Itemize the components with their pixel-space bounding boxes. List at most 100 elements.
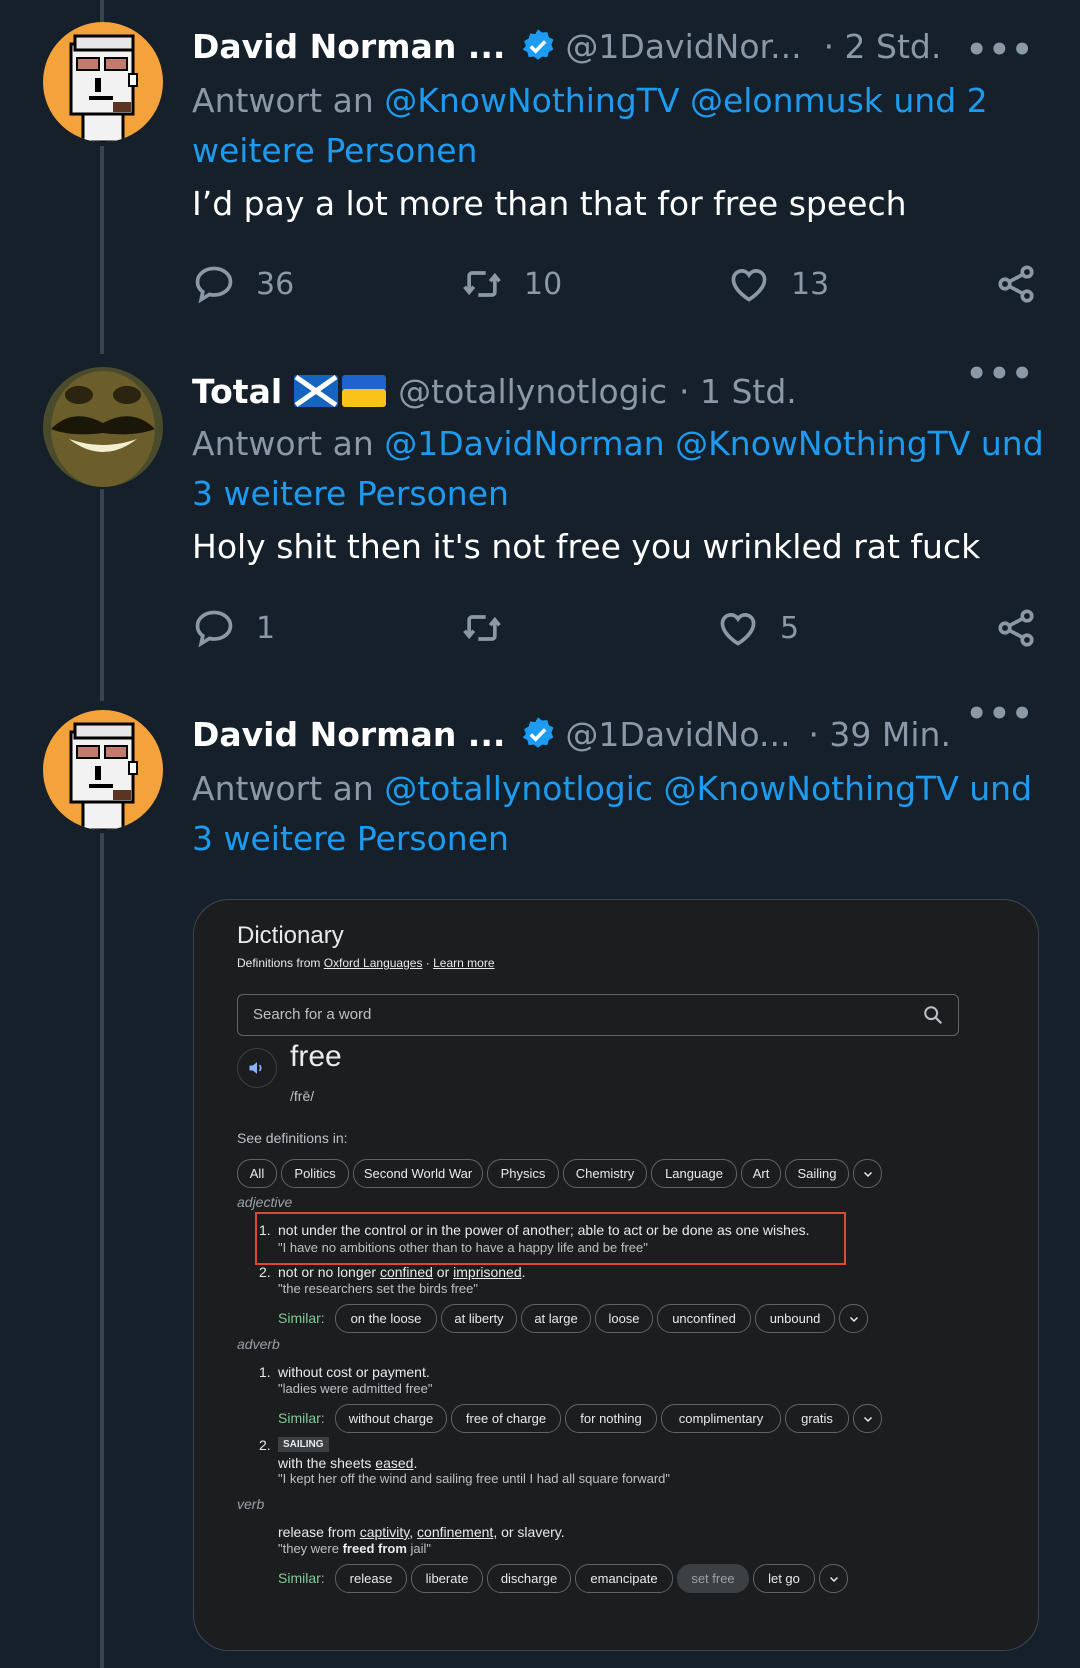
- more-icon[interactable]: •••: [966, 354, 1034, 394]
- share-icon: [998, 265, 1034, 303]
- like-icon: [720, 613, 756, 646]
- verified-badge-icon: [523, 29, 554, 60]
- category-chip[interactable]: Physics: [487, 1159, 559, 1188]
- def-text: .: [521, 1264, 526, 1280]
- source-sep: ·: [422, 956, 434, 970]
- learn-more-link[interactable]: Learn more: [433, 956, 494, 970]
- like-button[interactable]: 5: [716, 606, 799, 650]
- similar-chip[interactable]: free of charge: [451, 1404, 561, 1433]
- highlight-box: [255, 1212, 846, 1265]
- dictionary-title: Dictionary: [237, 922, 344, 949]
- def-text: ,: [409, 1524, 418, 1540]
- similar-chip[interactable]: unconfined: [657, 1304, 751, 1333]
- chevron-down-icon[interactable]: [853, 1159, 882, 1188]
- chevron-down-icon[interactable]: [839, 1304, 868, 1333]
- pos-adjective: adjective: [237, 1194, 293, 1210]
- share-button[interactable]: [994, 262, 1058, 306]
- chevron-glyph: [829, 1576, 838, 1582]
- similar-chip[interactable]: unbound: [755, 1304, 835, 1333]
- category-chip[interactable]: Art: [741, 1159, 781, 1188]
- tweet-header: David Norman ... @1DavidNo... · 39 Min.: [192, 710, 1080, 758]
- reply-button[interactable]: 1: [192, 606, 275, 650]
- def-link[interactable]: imprisoned: [453, 1264, 521, 1280]
- similar-chip[interactable]: for nothing: [565, 1404, 657, 1433]
- display-name[interactable]: David Norman ...: [192, 715, 505, 754]
- share-button[interactable]: [994, 606, 1058, 650]
- def-link[interactable]: confinement: [417, 1524, 493, 1540]
- handle[interactable]: @totallynotlogic: [398, 372, 667, 411]
- chevron-glyph: [863, 1416, 872, 1422]
- retweet-button[interactable]: 10: [460, 262, 562, 306]
- search-icon[interactable]: [922, 1004, 944, 1026]
- tweet-header: David Norman ... @1DavidNor... · 2 Std.: [192, 22, 1080, 70]
- timestamp[interactable]: · 39 Min.: [808, 715, 951, 754]
- def-link[interactable]: captivity: [360, 1524, 410, 1540]
- similar-chip[interactable]: without charge: [335, 1404, 447, 1433]
- similar-chip[interactable]: let go: [753, 1564, 815, 1593]
- more-icon[interactable]: •••: [966, 694, 1034, 734]
- reply-button[interactable]: 36: [192, 262, 294, 306]
- sense-example: "they were freed from jail": [278, 1541, 431, 1556]
- avatar[interactable]: [43, 367, 163, 487]
- display-name[interactable]: Total: [192, 372, 282, 411]
- retweet-button[interactable]: [460, 606, 524, 650]
- def-link[interactable]: eased: [375, 1455, 413, 1471]
- sense-example: "the researchers set the birds free": [278, 1281, 478, 1296]
- pronounce-button[interactable]: [237, 1048, 277, 1088]
- handle[interactable]: @1DavidNor...: [565, 27, 801, 66]
- chevron-down-icon[interactable]: [853, 1404, 882, 1433]
- similar-chip[interactable]: complimentary: [661, 1404, 781, 1433]
- avatar-punk-image: [43, 22, 163, 142]
- category-chip[interactable]: All: [237, 1159, 277, 1188]
- similar-chip[interactable]: gratis: [785, 1404, 849, 1433]
- tweet-1[interactable]: David Norman ... @1DavidNor... · 2 Std. …: [0, 0, 1080, 340]
- pos-adverb: adverb: [237, 1336, 280, 1352]
- category-chip[interactable]: Politics: [281, 1159, 349, 1188]
- speaker-icon: [249, 1062, 262, 1074]
- see-definitions-label: See definitions in:: [237, 1130, 348, 1146]
- tweet-text: I’d pay a lot more than that for free sp…: [192, 184, 907, 223]
- category-chip[interactable]: Second World War: [353, 1159, 483, 1188]
- handle[interactable]: @1DavidNo...: [565, 715, 790, 754]
- source-link[interactable]: Oxford Languages: [324, 956, 423, 970]
- tweet-2[interactable]: Total @totallynotlogic · 1 Std. ••• Antw…: [0, 340, 1080, 680]
- sense-number: 1.: [259, 1364, 271, 1380]
- dictionary-source: Definitions from Oxford Languages · Lear…: [237, 956, 495, 970]
- display-name[interactable]: David Norman ...: [192, 27, 505, 66]
- similar-chip[interactable]: release: [335, 1564, 407, 1593]
- timestamp[interactable]: · 2 Std.: [824, 27, 942, 66]
- scotland-flag-icon: [294, 375, 339, 407]
- def-link[interactable]: confined: [380, 1264, 433, 1280]
- source-prefix: Definitions from: [237, 956, 324, 970]
- similar-chip[interactable]: discharge: [487, 1564, 571, 1593]
- like-icon: [731, 269, 767, 302]
- like-button[interactable]: 13: [727, 262, 829, 306]
- similar-chip[interactable]: emancipate: [575, 1564, 673, 1593]
- verified-badge-icon: [523, 717, 554, 748]
- avatar[interactable]: [43, 22, 163, 142]
- share-icon: [998, 609, 1034, 647]
- category-chip[interactable]: Language: [651, 1159, 737, 1188]
- tweet-text: Holy shit then it's not free you wrinkle…: [192, 527, 981, 566]
- sense-number: 1.: [259, 1222, 271, 1238]
- sense-example: "ladies were admitted free": [278, 1381, 433, 1396]
- timestamp[interactable]: · 1 Std.: [679, 372, 797, 411]
- reply-count: 36: [256, 266, 295, 302]
- similar-chip-selected[interactable]: set free: [677, 1564, 749, 1593]
- category-chip[interactable]: Sailing: [785, 1159, 849, 1188]
- word-search-input[interactable]: Search for a word: [237, 994, 959, 1036]
- reply-icon: [195, 266, 233, 304]
- similar-chip[interactable]: on the loose: [335, 1304, 437, 1333]
- chevron-down-icon[interactable]: [819, 1564, 848, 1593]
- avatar[interactable]: [43, 710, 163, 830]
- reply-context: Antwort an @1DavidNorman @KnowNothingTV …: [192, 419, 1052, 519]
- similar-chip[interactable]: at large: [521, 1304, 591, 1333]
- similar-chip[interactable]: at liberty: [441, 1304, 517, 1333]
- sense-definition: release from captivity, confinement, or …: [278, 1524, 565, 1540]
- category-chip[interactable]: Chemistry: [563, 1159, 647, 1188]
- similar-chip[interactable]: liberate: [411, 1564, 483, 1593]
- more-icon[interactable]: •••: [966, 30, 1034, 70]
- dictionary-screenshot-card[interactable]: Dictionary Definitions from Oxford Langu…: [193, 899, 1039, 1651]
- similar-chip[interactable]: loose: [595, 1304, 653, 1333]
- reply-prefix: Antwort an: [192, 81, 385, 120]
